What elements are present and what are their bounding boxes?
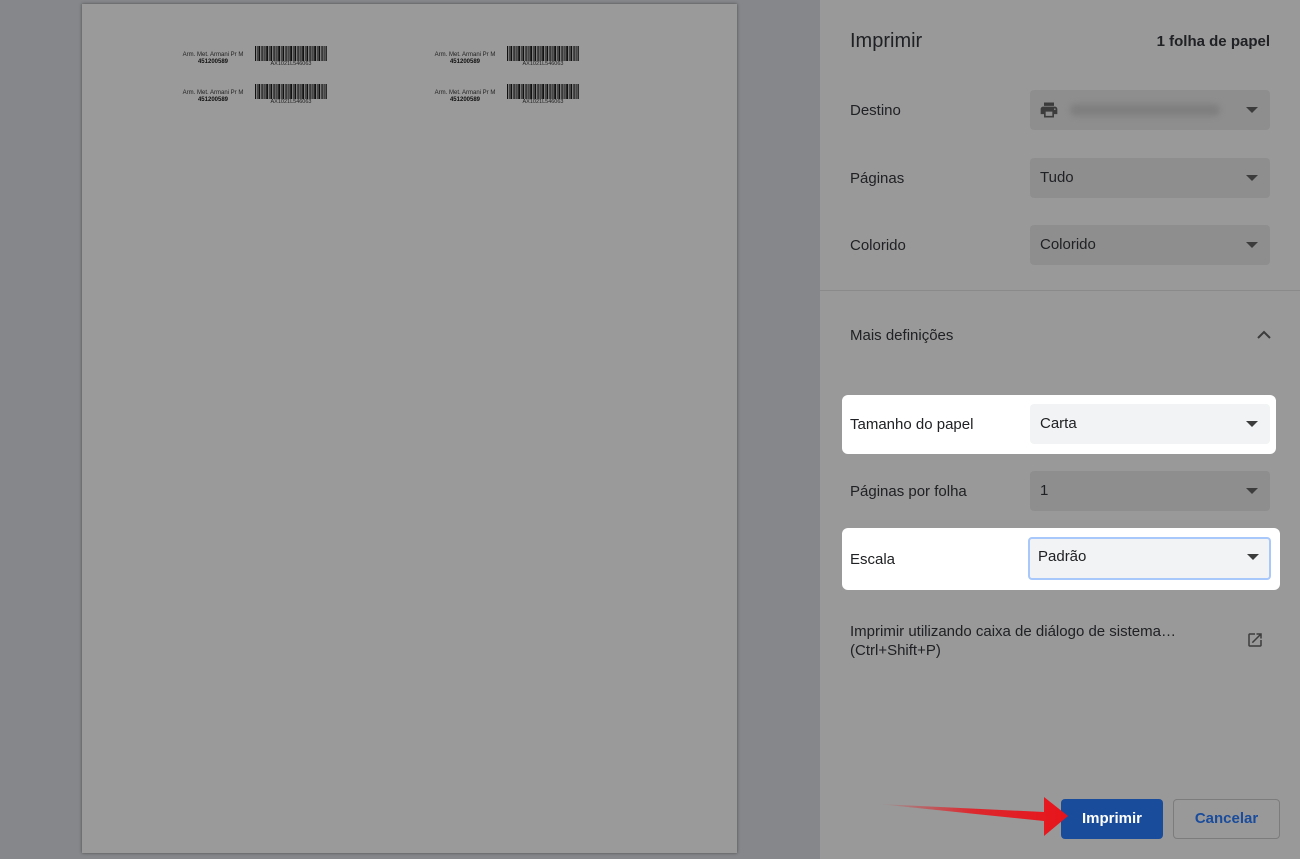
system-dialog-shortcut: (Ctrl+Shift+P) bbox=[850, 642, 941, 659]
pages-value: Tudo bbox=[1040, 169, 1074, 186]
destination-select[interactable] bbox=[1030, 90, 1270, 130]
pages-per-sheet-select[interactable]: 1 bbox=[1030, 471, 1270, 511]
scale-select[interactable]: Padrão bbox=[1028, 537, 1271, 580]
label-product-name: Arm. Met. Armani Pr M bbox=[434, 90, 496, 96]
label-product-name: Arm. Met. Armani Pr M bbox=[434, 52, 496, 58]
cancel-button[interactable]: Cancelar bbox=[1173, 799, 1280, 839]
dialog-title: Imprimir bbox=[850, 30, 923, 52]
print-preview-area: Arm. Met. Armani Pr M 451200589 AX1021L5… bbox=[0, 0, 820, 859]
color-select[interactable]: Colorido bbox=[1030, 225, 1270, 265]
sheet-count: 1 folha de papel bbox=[1156, 33, 1270, 50]
more-settings-toggle[interactable]: Mais definições bbox=[850, 327, 953, 344]
chevron-up-icon[interactable] bbox=[1256, 330, 1272, 340]
barcode bbox=[255, 84, 327, 99]
barcode bbox=[255, 46, 327, 61]
barcode bbox=[507, 84, 579, 99]
paper-size-select[interactable]: Carta bbox=[1030, 404, 1270, 444]
dropdown-arrow-icon bbox=[1246, 488, 1258, 494]
section-divider bbox=[820, 290, 1300, 291]
preview-page: Arm. Met. Armani Pr M 451200589 AX1021L5… bbox=[82, 4, 737, 853]
printer-icon bbox=[1040, 102, 1058, 118]
system-dialog-text: Imprimir utilizando caixa de diálogo de … bbox=[850, 623, 1176, 640]
preview-label: Arm. Met. Armani Pr M 451200589 AX1021L5… bbox=[168, 84, 348, 120]
scale-label: Escala bbox=[850, 551, 896, 568]
system-dialog-link[interactable]: Imprimir utilizando caixa de diálogo de … bbox=[850, 622, 1176, 660]
barcode-text: AX1021L546063 bbox=[522, 61, 564, 67]
pages-label: Páginas bbox=[850, 170, 905, 187]
barcode-text: AX1021L546063 bbox=[522, 99, 564, 105]
preview-label: Arm. Met. Armani Pr M 451200589 AX1021L5… bbox=[168, 46, 348, 82]
pages-select[interactable]: Tudo bbox=[1030, 158, 1270, 198]
pages-per-sheet-value: 1 bbox=[1040, 482, 1049, 499]
dropdown-arrow-icon bbox=[1246, 175, 1258, 181]
print-button[interactable]: Imprimir bbox=[1061, 799, 1163, 839]
color-label: Colorido bbox=[850, 237, 906, 254]
annotation-arrow-icon bbox=[878, 797, 1068, 836]
print-settings-panel: Imprimir 1 folha de papel Destino Página… bbox=[820, 0, 1300, 859]
label-product-code: 451200589 bbox=[449, 97, 481, 103]
label-product-code: 451200589 bbox=[197, 97, 229, 103]
barcode-text: AX1021L546063 bbox=[270, 99, 312, 105]
pages-per-sheet-label: Páginas por folha bbox=[850, 483, 967, 500]
color-value: Colorido bbox=[1040, 236, 1096, 253]
preview-label: Arm. Met. Armani Pr M 451200589 AX1021L5… bbox=[420, 84, 600, 120]
dropdown-arrow-icon bbox=[1246, 242, 1258, 248]
barcode-text: AX1021L546063 bbox=[270, 61, 312, 67]
label-product-name: Arm. Met. Armani Pr M bbox=[182, 90, 244, 96]
dropdown-arrow-icon bbox=[1246, 421, 1258, 427]
paper-size-label: Tamanho do papel bbox=[850, 416, 974, 433]
label-product-code: 451200589 bbox=[197, 59, 229, 65]
label-product-code: 451200589 bbox=[449, 59, 481, 65]
scale-value: Padrão bbox=[1038, 548, 1087, 565]
label-product-name: Arm. Met. Armani Pr M bbox=[182, 52, 244, 58]
dropdown-arrow-icon bbox=[1246, 107, 1258, 113]
paper-size-value: Carta bbox=[1040, 415, 1077, 432]
barcode bbox=[507, 46, 579, 61]
open-external-icon[interactable] bbox=[1246, 631, 1264, 649]
destination-label: Destino bbox=[850, 102, 901, 119]
destination-value-blurred bbox=[1070, 104, 1220, 116]
preview-label: Arm. Met. Armani Pr M 451200589 AX1021L5… bbox=[420, 46, 600, 82]
dropdown-arrow-icon bbox=[1247, 554, 1259, 560]
